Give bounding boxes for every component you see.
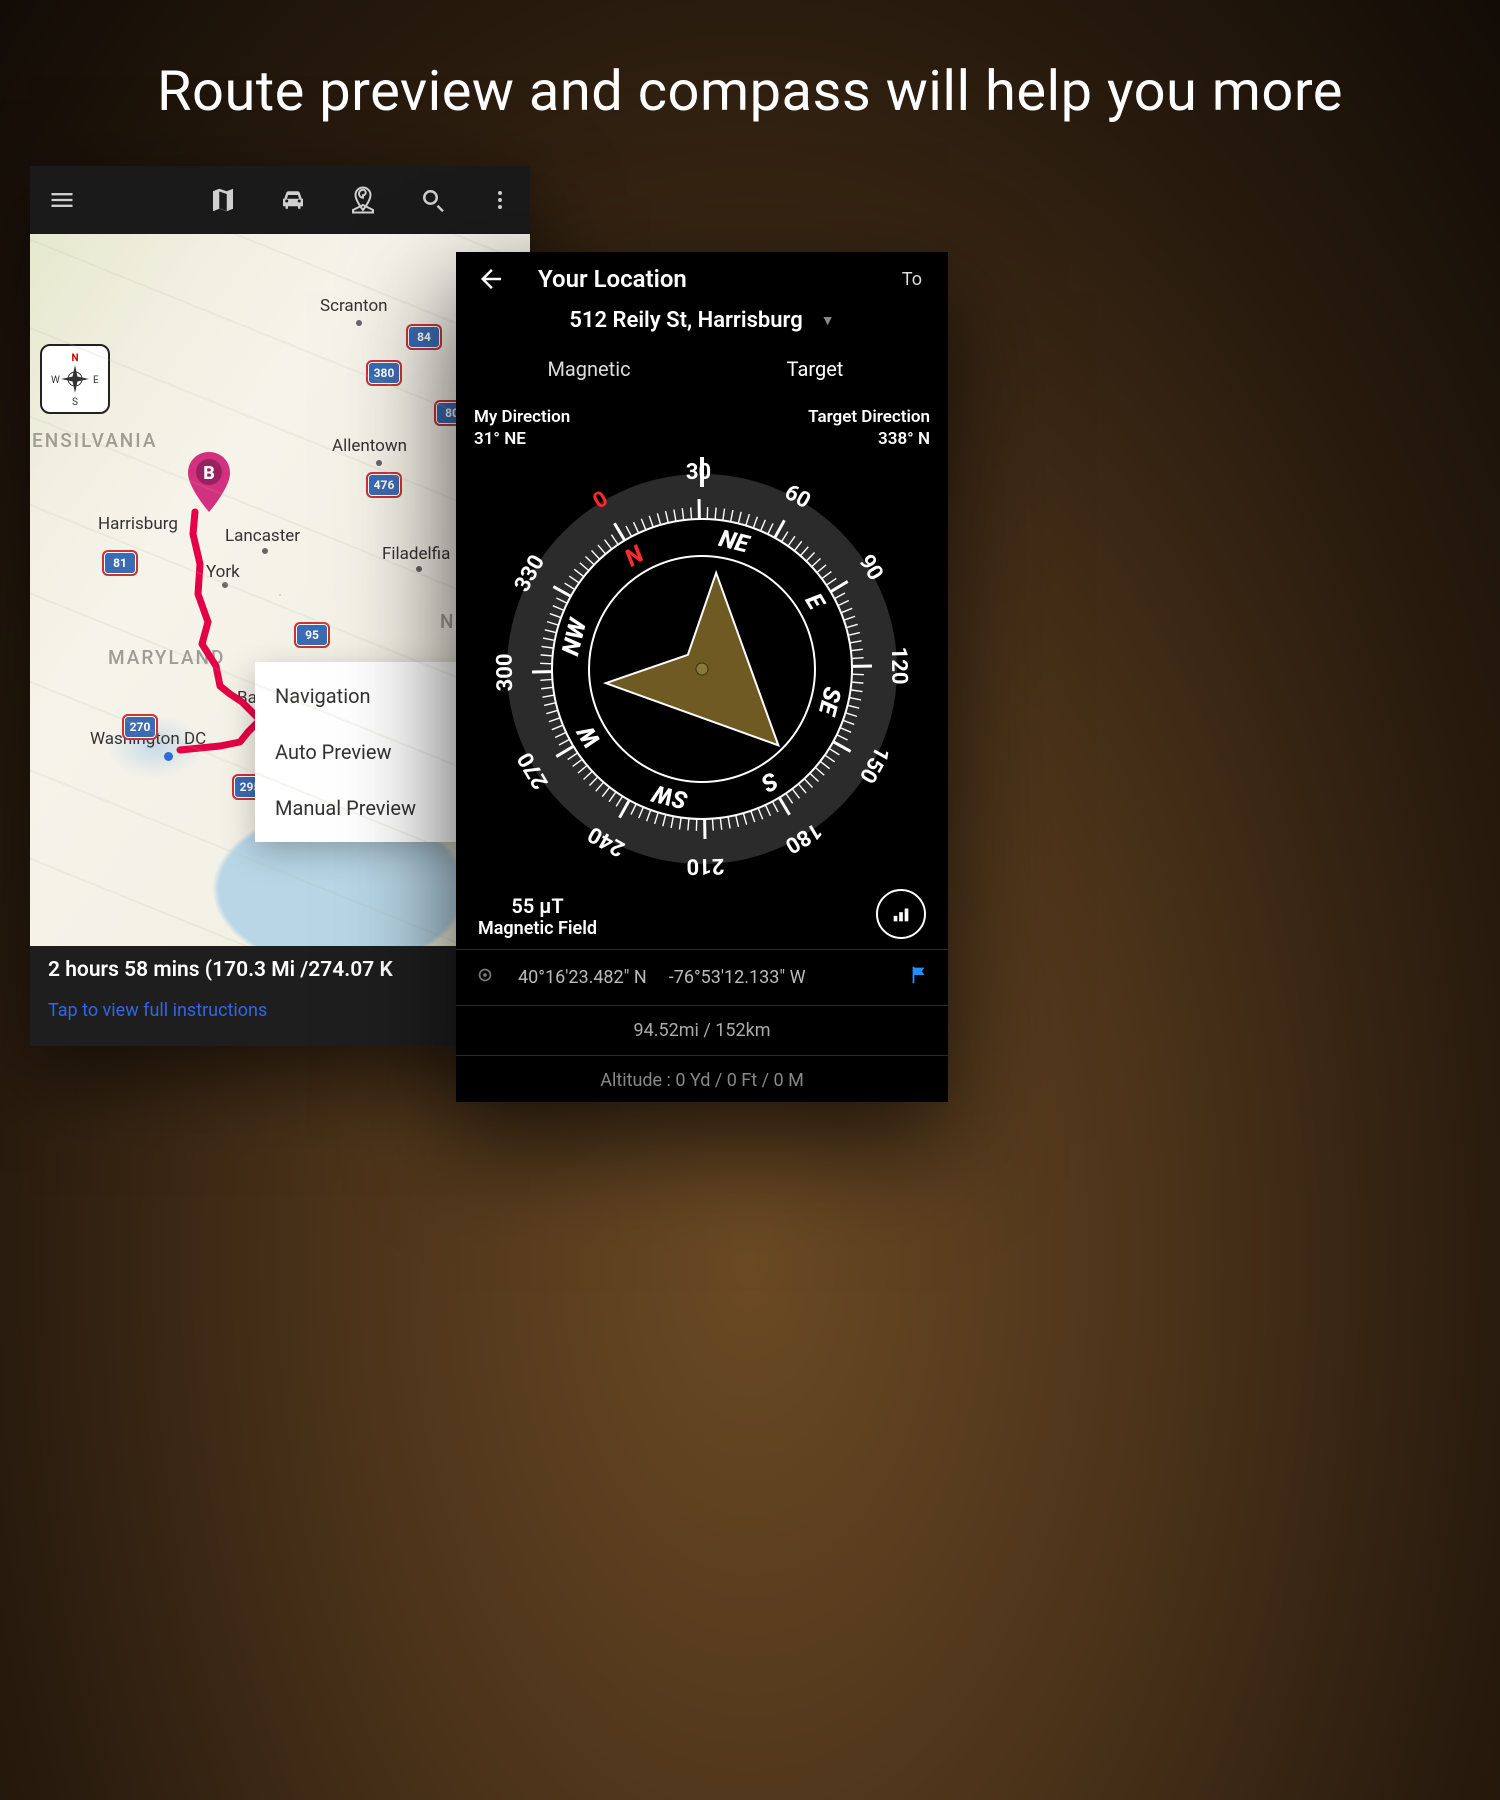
kebab-menu-icon[interactable] — [488, 186, 512, 214]
location-pin-icon[interactable] — [348, 185, 378, 215]
hwy-95: 95 — [294, 622, 330, 648]
svg-text:300: 300 — [493, 653, 519, 691]
hwy-380: 380 — [366, 360, 402, 386]
hwy-81: 81 — [102, 550, 138, 576]
distance-value: 94.52mi / 152km — [634, 1020, 771, 1041]
svg-text:W: W — [51, 375, 60, 386]
destination-marker-icon[interactable]: B — [187, 452, 231, 512]
compass-phone: Your Location To 512 Reily St, Harrisbur… — [456, 252, 948, 1102]
svg-text:E: E — [93, 375, 99, 386]
route-duration-distance: 2 hours 58 mins (170.3 Mi /274.07 K — [48, 958, 512, 982]
svg-text:E: E — [799, 588, 831, 615]
my-direction-value: 31° NE — [474, 429, 570, 449]
target-direction-value: 338° N — [808, 429, 930, 449]
tab-magnetic[interactable]: Magnetic — [476, 347, 702, 393]
city-filadelfia: Filadelfia — [382, 544, 450, 564]
svg-text:NW: NW — [556, 614, 592, 658]
hwy-84: 84 — [406, 324, 442, 350]
svg-text:210: 210 — [686, 853, 724, 879]
current-address: 512 Reily St, Harrisburg — [569, 308, 802, 333]
svg-text:W: W — [571, 719, 606, 752]
svg-text:N: N — [71, 353, 78, 364]
popup-navigation[interactable]: Navigation — [255, 668, 470, 724]
compass-dial[interactable]: 0306090120150180210240270300330NNEESESSW… — [456, 449, 948, 889]
app-topbar — [30, 166, 530, 234]
region-pa: ENSILVANIA — [32, 429, 157, 452]
distance-row: 94.52mi / 152km — [456, 1005, 948, 1055]
search-icon[interactable] — [418, 185, 448, 215]
my-direction-label: My Direction — [474, 407, 570, 427]
to-label[interactable]: To — [902, 269, 928, 290]
latitude: 40°16'23.482" N — [518, 967, 647, 988]
longitude: -76°53'12.133" W — [669, 967, 806, 988]
hwy-476: 476 — [366, 472, 402, 498]
city-scranton: Scranton — [320, 296, 388, 316]
svg-text:NE: NE — [716, 524, 753, 559]
city-lancaster: Lancaster — [225, 526, 300, 546]
svg-text:SE: SE — [812, 684, 846, 719]
tab-target[interactable]: Target — [702, 347, 928, 393]
route-summary-bar: 2 hours 58 mins (170.3 Mi /274.07 K Tap … — [30, 946, 530, 1046]
map-icon[interactable] — [208, 185, 238, 215]
promo-headline: Route preview and compass will help you … — [0, 58, 1500, 124]
svg-text:N: N — [620, 540, 649, 573]
route-preview-phone: N S W E ENSILVANIA MARYLAND NU JEF Scran… — [30, 166, 530, 1046]
map-canvas[interactable]: N S W E ENSILVANIA MARYLAND NU JEF Scran… — [30, 234, 530, 946]
hwy-270: 270 — [122, 714, 158, 740]
popup-auto-preview[interactable]: Auto Preview — [255, 724, 470, 780]
location-title: Your Location — [538, 265, 870, 293]
svg-text:30: 30 — [686, 460, 712, 485]
svg-text:120: 120 — [886, 646, 912, 684]
svg-text:S: S — [72, 397, 78, 408]
magnetic-field-value: 55 µT — [478, 894, 597, 918]
region-md: MARYLAND — [108, 646, 225, 669]
mini-compass-icon: N S W E — [40, 344, 110, 414]
coords-row: 40°16'23.482" N -76°53'12.133" W — [456, 949, 948, 1005]
crosshair-icon — [474, 964, 496, 991]
altitude-row: Altitude : 0 Yd / 0 Ft / 0 M — [456, 1055, 948, 1105]
popup-manual-preview[interactable]: Manual Preview — [255, 780, 470, 836]
city-allentown: Allentown — [332, 436, 407, 456]
chevron-down-icon[interactable]: ▼ — [821, 312, 835, 329]
altitude-value: Altitude : 0 Yd / 0 Ft / 0 M — [600, 1070, 804, 1091]
city-harrisburg: Harrisburg — [98, 514, 178, 534]
car-icon[interactable] — [278, 185, 308, 215]
view-full-instructions-link[interactable]: Tap to view full instructions — [48, 1000, 512, 1021]
city-york: York — [206, 562, 240, 582]
target-direction-label: Target Direction — [808, 407, 930, 427]
svg-text:B: B — [203, 463, 215, 484]
compass-mode-tabs: Magnetic Target — [476, 347, 928, 393]
route-options-popup: Navigation Auto Preview Manual Preview — [255, 662, 470, 842]
svg-text:SW: SW — [648, 779, 690, 815]
svg-text:S: S — [756, 766, 783, 798]
direction-row: My Direction 31° NE Target Direction 338… — [456, 393, 948, 449]
location-header: Your Location To 512 Reily St, Harrisbur… — [456, 252, 948, 393]
back-arrow-icon[interactable] — [476, 264, 506, 294]
hamburger-menu-icon[interactable] — [48, 186, 76, 214]
flag-icon[interactable] — [908, 964, 930, 991]
signal-strength-button[interactable] — [876, 889, 926, 939]
magnetic-field-label: Magnetic Field — [478, 918, 597, 939]
